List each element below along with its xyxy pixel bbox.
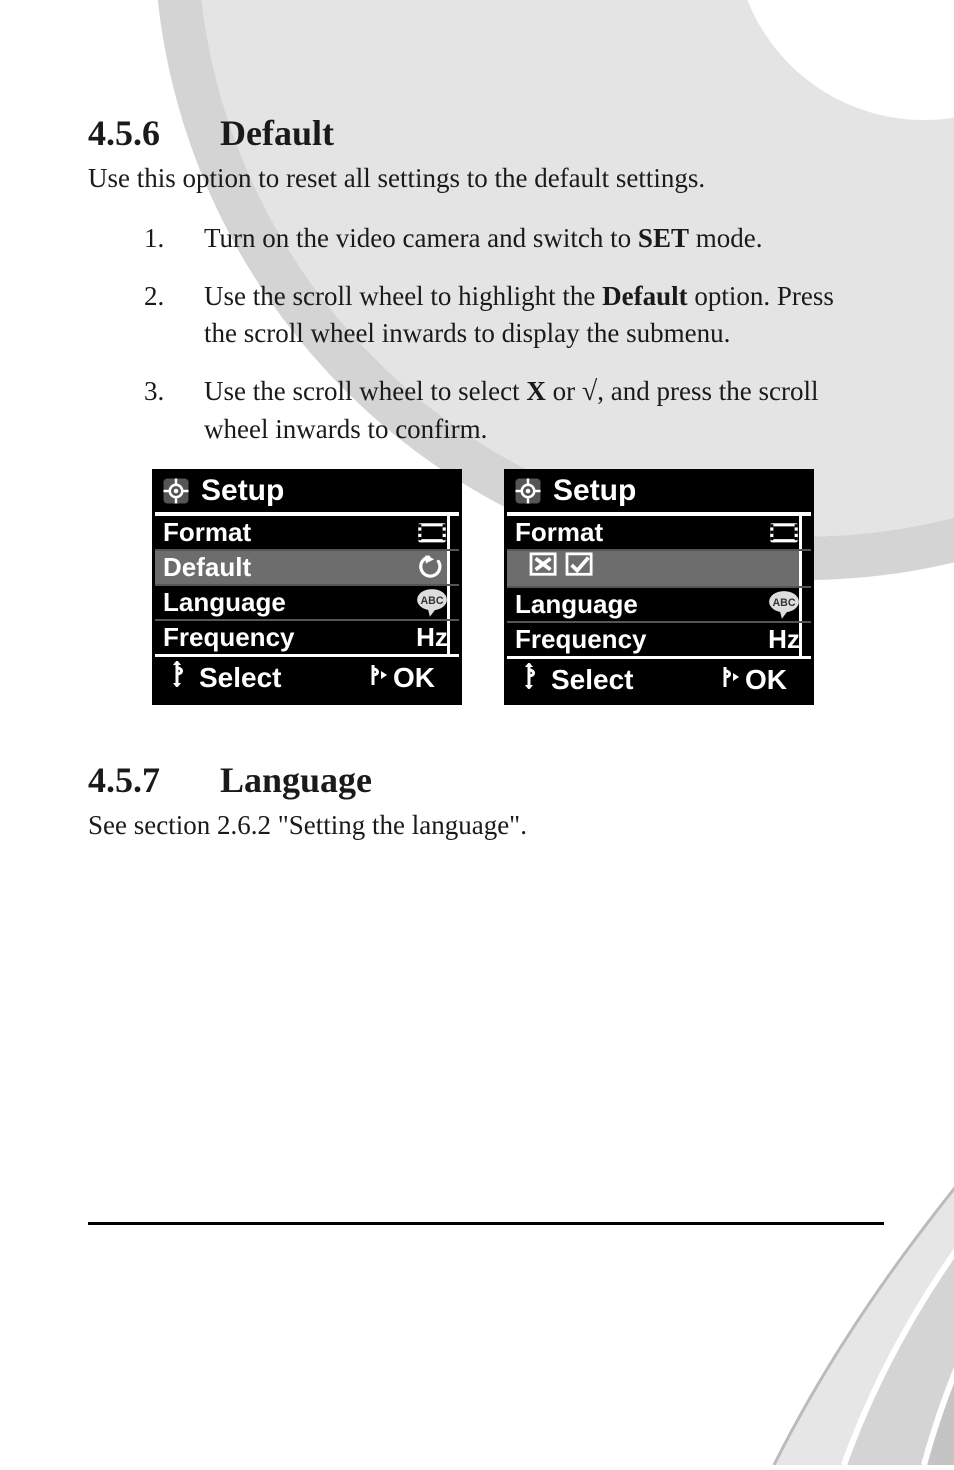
default-intro: Use this option to reset all settings to… (88, 162, 878, 196)
scroll-indicator (447, 551, 459, 584)
screen-footer: Select OK (507, 659, 811, 702)
device-screen-left: Setup Format Default (152, 469, 462, 705)
menu-row-language[interactable]: Language ABC (155, 584, 459, 619)
row-label: Language (163, 587, 286, 618)
footer-ok: OK (745, 664, 787, 696)
menu-rows: Format (507, 512, 811, 659)
menu-row-format[interactable]: Format (507, 516, 811, 549)
scroll-indicator (799, 623, 811, 656)
hz-icon: Hz (767, 626, 801, 654)
step-2: Use the scroll wheel to highlight the De… (144, 278, 844, 351)
cancel-icon[interactable] (529, 552, 559, 585)
abc-icon: ABC (415, 589, 449, 617)
screen-footer: Select OK (155, 657, 459, 700)
row-label: Frequency (163, 622, 295, 653)
footer-select: Select (199, 662, 282, 694)
menu-row-default-submenu[interactable] (507, 549, 811, 586)
step-3: Use the scroll wheel to select X or √, a… (144, 373, 844, 447)
footer-ok: OK (393, 662, 435, 694)
menu-row-frequency[interactable]: Frequency Hz (507, 621, 811, 656)
scroll-indicator (447, 586, 459, 619)
press-in-icon (367, 662, 389, 694)
scroll-updown-icon (521, 663, 545, 696)
page-content: 4.5.6 Default Use this option to reset a… (88, 112, 878, 867)
revert-icon (415, 554, 449, 582)
row-label: Default (163, 552, 251, 583)
menu-rows: Format Default Language ABC (155, 512, 459, 657)
screen-titlebar: Setup (155, 472, 459, 512)
footer-rule (88, 1222, 884, 1225)
menu-row-language[interactable]: Language ABC (507, 586, 811, 621)
row-label: Language (515, 589, 638, 620)
section-title: Default (220, 112, 334, 154)
scroll-indicator (799, 516, 811, 549)
press-in-icon (719, 664, 741, 696)
menu-row-default[interactable]: Default (155, 549, 459, 584)
screen-titlebar: Setup (507, 472, 811, 512)
device-screens: Setup Format Default (88, 469, 878, 705)
section-title: Language (220, 759, 372, 801)
film-icon (415, 519, 449, 547)
scroll-indicator (447, 621, 459, 654)
screen-title: Setup (553, 474, 636, 508)
gear-icon (161, 476, 191, 506)
cancel-confirm-options (515, 552, 609, 585)
steps-list: Turn on the video camera and switch to S… (88, 220, 878, 448)
row-label: Format (515, 517, 603, 548)
film-icon (767, 519, 801, 547)
corner-decoration-bottom (654, 1045, 954, 1465)
menu-row-frequency[interactable]: Frequency Hz (155, 619, 459, 654)
scroll-indicator (447, 516, 459, 549)
gear-icon (513, 476, 543, 506)
svg-text:ABC: ABC (773, 597, 796, 609)
menu-row-format[interactable]: Format (155, 516, 459, 549)
section-number: 4.5.7 (88, 759, 178, 801)
scroll-updown-icon (169, 661, 193, 694)
row-label: Frequency (515, 624, 647, 655)
footer-select: Select (551, 664, 634, 696)
step-1: Turn on the video camera and switch to S… (144, 220, 844, 256)
confirm-icon[interactable] (565, 552, 595, 585)
screen-title: Setup (201, 474, 284, 508)
section-heading-language: 4.5.7 Language (88, 759, 878, 801)
scroll-indicator (799, 588, 811, 621)
language-body: See section 2.6.2 "Setting the language"… (88, 809, 878, 843)
svg-text:ABC: ABC (421, 595, 444, 607)
section-number: 4.5.6 (88, 112, 178, 154)
section-heading-default: 4.5.6 Default (88, 112, 878, 154)
abc-icon: ABC (767, 591, 801, 619)
row-label: Format (163, 517, 251, 548)
device-screen-right: Setup Format (504, 469, 814, 705)
scroll-indicator (799, 551, 811, 586)
hz-icon: Hz (415, 624, 449, 652)
